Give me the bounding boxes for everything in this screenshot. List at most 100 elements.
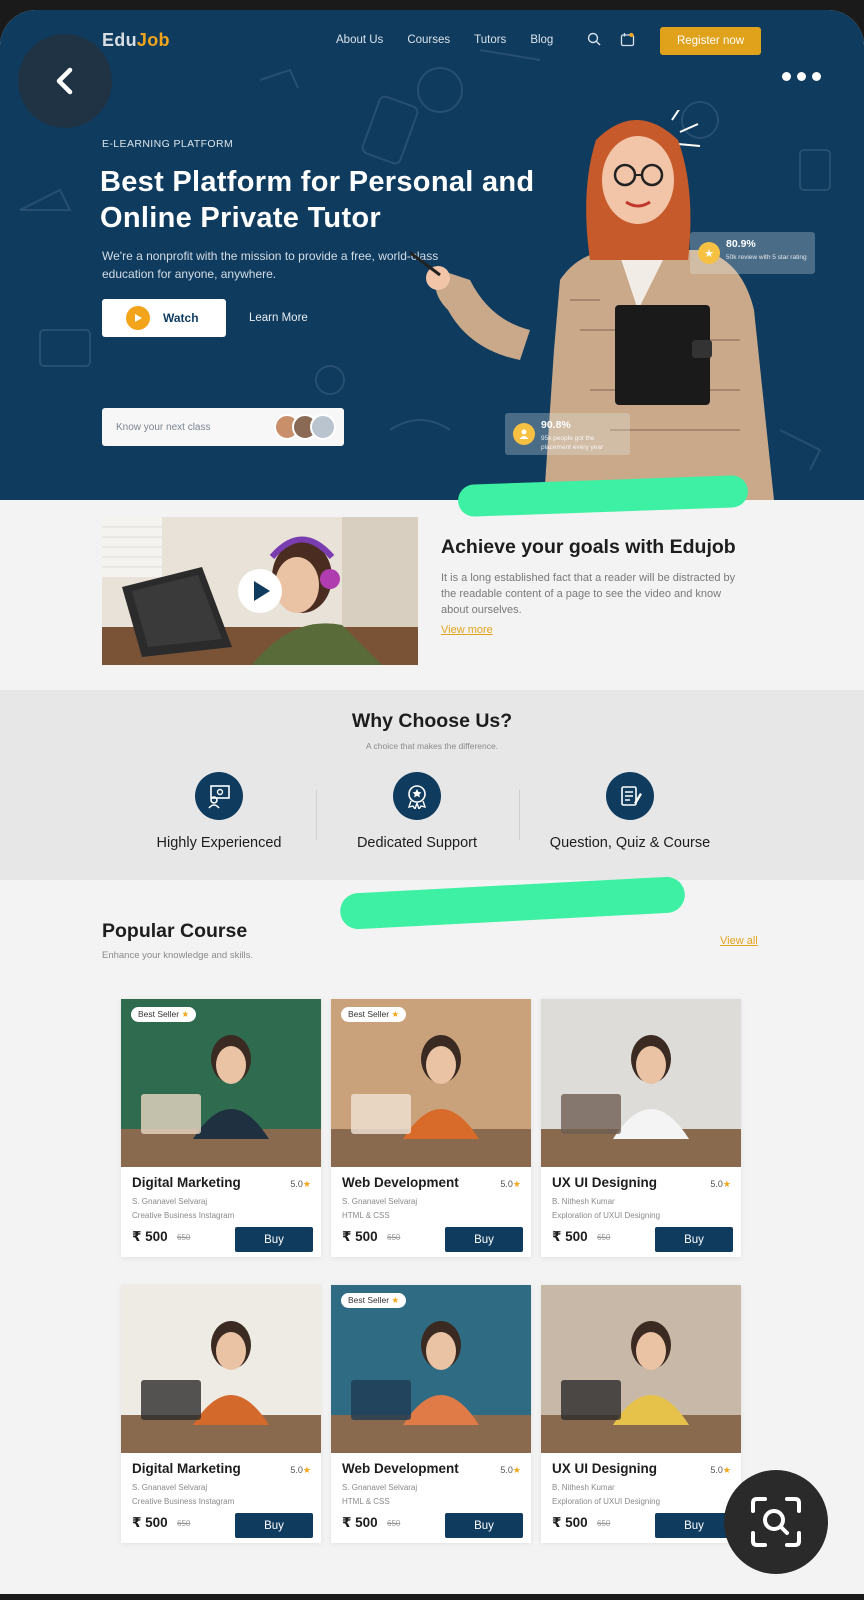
course-image[interactable] — [121, 999, 321, 1167]
view-all-link[interactable]: View all — [720, 935, 758, 947]
stat-description: 95k people got the placement every year — [541, 435, 604, 451]
course-rating: 5.0★ — [500, 1179, 521, 1189]
course-rating: 5.0★ — [500, 1465, 521, 1475]
course-image[interactable] — [121, 1285, 321, 1453]
dot-icon — [781, 71, 791, 81]
course-title: Web Development — [342, 1461, 459, 1476]
logo-text-edu: Edu — [102, 30, 137, 50]
course-rating: 5.0★ — [290, 1465, 311, 1475]
course-old-price: 650 — [387, 1519, 401, 1528]
highlight-mark — [339, 875, 686, 931]
buy-button[interactable]: Buy — [445, 1513, 523, 1538]
course-card[interactable]: Digital Marketing 5.0★ S. Gnanavel Selvara… — [121, 1285, 321, 1543]
star-icon: ★ — [698, 242, 720, 264]
divider — [519, 790, 520, 840]
course-title: Digital Marketing — [132, 1175, 241, 1190]
buy-button[interactable]: Buy — [655, 1227, 733, 1252]
nav-blog[interactable]: Blog — [530, 34, 553, 46]
why-subtitle: A choice that makes the difference. — [365, 741, 499, 751]
feature-highly-experienced: Highly Experienced — [119, 772, 319, 851]
star-icon: ★ — [391, 1009, 400, 1019]
achieve-title: Achieve your goals with Edujob — [441, 536, 736, 558]
course-tagline: HTML & CSS — [342, 1497, 390, 1506]
course-tagline: HTML & CSS — [342, 1211, 390, 1220]
course-price: ₹ 500 — [552, 1229, 588, 1244]
view-more-link[interactable]: View more — [441, 624, 493, 636]
course-author: S. Gnanavel Selvaraj — [342, 1483, 418, 1492]
course-old-price: 650 — [597, 1233, 611, 1242]
system-bottom-bar — [0, 1594, 864, 1600]
logo-text-job: Job — [136, 30, 170, 50]
hero-section: EduJob About Us Courses Tutors Blog Regi… — [0, 10, 864, 500]
course-title: UX UI Designing — [552, 1461, 658, 1476]
course-image[interactable] — [541, 1285, 741, 1453]
next-class-search-field[interactable]: Know your next class — [102, 408, 344, 446]
star-icon: ★ — [302, 1465, 311, 1475]
lens-search-button[interactable] — [724, 1470, 828, 1574]
course-title: Digital Marketing — [132, 1461, 241, 1476]
course-tagline: Exploration of UXUI Designing — [552, 1211, 661, 1220]
feature-label: Highly Experienced — [156, 835, 282, 851]
review-stat-card: ★ 80.9% 50k review with 5 star rating — [690, 232, 815, 274]
course-author: S. Gnanavel Selvaraj — [342, 1197, 418, 1206]
course-author: S. Gnanavel Selvaraj — [132, 1197, 208, 1206]
popular-course-subtitle: Enhance your knowledge and skills. — [102, 950, 254, 961]
course-card[interactable]: UX UI Designing 5.0★ B. Nithesh Kumar Explo… — [541, 1285, 741, 1543]
watch-button[interactable]: Watch — [102, 299, 226, 337]
nav-courses[interactable]: Courses — [407, 34, 450, 46]
course-rating: 5.0★ — [710, 1465, 731, 1475]
edujob-logo[interactable]: EduJob — [102, 30, 170, 51]
learn-more-link[interactable]: Learn More — [249, 312, 308, 324]
course-card[interactable]: Best Seller ★ Digital Marketing 5.0★ S. Gna… — [121, 999, 321, 1257]
best-seller-badge: Best Seller ★ — [341, 1007, 407, 1022]
course-image[interactable] — [541, 999, 741, 1167]
course-rating: 5.0★ — [710, 1179, 731, 1189]
tutor-avatars — [274, 414, 336, 440]
course-image[interactable] — [331, 1285, 531, 1453]
buy-button[interactable]: Buy — [445, 1227, 523, 1252]
achieve-description: It is a long established fact that a rea… — [441, 572, 736, 616]
buy-button[interactable]: Buy — [235, 1227, 313, 1252]
search-icon[interactable] — [587, 32, 601, 46]
course-author: B. Nithesh Kumar — [552, 1483, 615, 1492]
feature-label: Dedicated Support — [356, 835, 478, 851]
register-now-button[interactable]: Register now — [660, 27, 761, 55]
course-old-price: 650 — [597, 1519, 611, 1528]
course-rating: 5.0★ — [290, 1179, 311, 1189]
girl-with-laptop-image — [102, 517, 418, 665]
presentation-icon — [195, 772, 243, 820]
course-card[interactable]: Best Seller ★ Web Development 5.0★ S. Gnana… — [331, 999, 531, 1257]
course-price: ₹ 500 — [552, 1515, 588, 1530]
buy-button[interactable]: Buy — [655, 1513, 733, 1538]
quiz-clipboard-icon — [606, 772, 654, 820]
next-class-placeholder: Know your next class — [116, 421, 211, 433]
course-old-price: 650 — [387, 1233, 401, 1242]
back-button[interactable] — [18, 34, 112, 128]
image-search-icon — [751, 1497, 801, 1547]
buy-button[interactable]: Buy — [235, 1513, 313, 1538]
course-tagline: Creative Business Instagram — [132, 1497, 235, 1506]
course-card[interactable]: UX UI Designing 5.0★ B. Nithesh Kumar Explo… — [541, 999, 741, 1257]
star-icon: ★ — [302, 1179, 311, 1189]
course-title: Web Development — [342, 1175, 459, 1190]
why-title: Why Choose Us? — [351, 710, 513, 732]
star-icon: ★ — [722, 1465, 731, 1475]
course-card[interactable]: Best Seller ★ Web Development 5.0★ S. Gnana… — [331, 1285, 531, 1543]
star-icon: ★ — [512, 1179, 521, 1189]
course-tagline: Exploration of UXUI Designing — [552, 1497, 661, 1506]
top-nav: About Us Courses Tutors Blog — [336, 34, 553, 46]
nav-tutors[interactable]: Tutors — [474, 34, 506, 46]
course-image[interactable] — [331, 999, 531, 1167]
course-old-price: 650 — [177, 1519, 191, 1528]
video-thumbnail[interactable] — [102, 517, 418, 665]
course-title: UX UI Designing — [552, 1175, 658, 1190]
course-old-price: 650 — [177, 1233, 191, 1242]
calendar-icon[interactable] — [620, 32, 635, 47]
webpage-screenshot: EduJob About Us Courses Tutors Blog Regi… — [0, 10, 864, 1594]
star-icon: ★ — [722, 1179, 731, 1189]
nav-about-us[interactable]: About Us — [336, 34, 383, 46]
dot-icon — [796, 71, 806, 81]
best-seller-badge: Best Seller ★ — [131, 1007, 197, 1022]
watch-button-label: Watch — [163, 311, 199, 325]
more-options-button[interactable] — [774, 64, 828, 88]
